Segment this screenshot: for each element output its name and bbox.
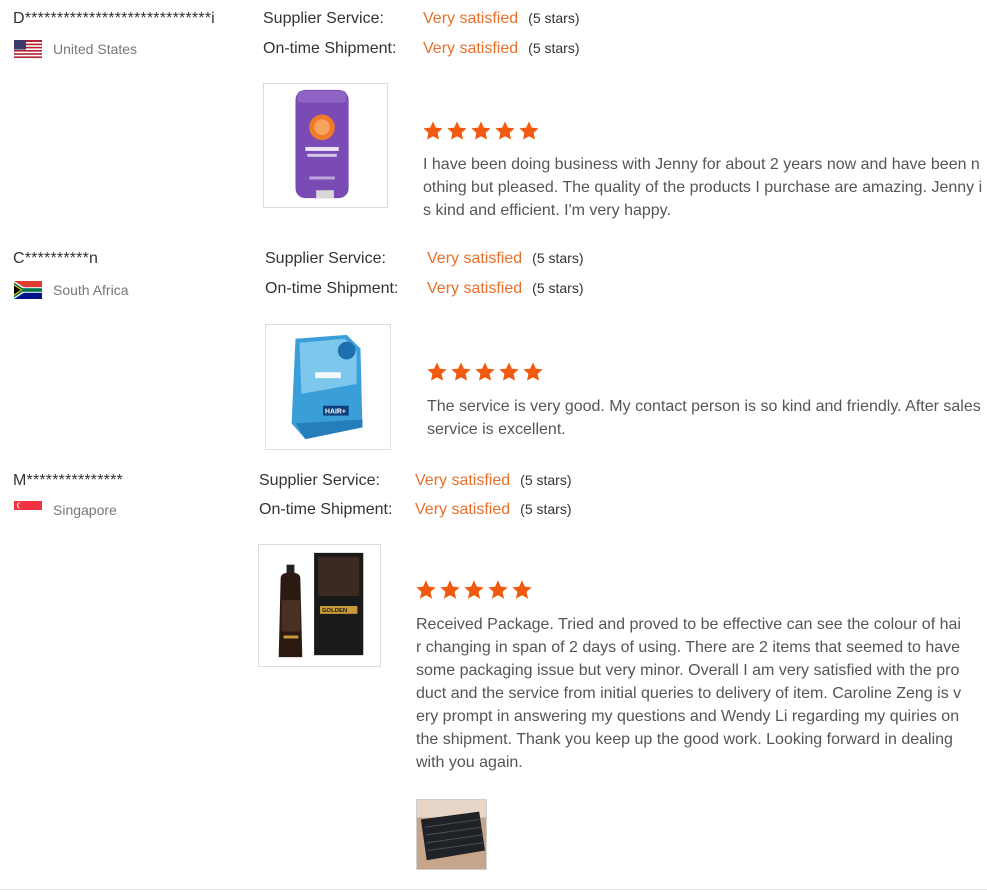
rating-stars <box>422 120 540 142</box>
sg-flag-icon <box>14 501 42 519</box>
star-icon <box>488 580 508 599</box>
star-icon <box>451 362 471 381</box>
star-icon <box>464 580 484 599</box>
shipment-row: On-time Shipment: Very satisfied (5 star… <box>265 280 584 298</box>
rating-stars <box>415 579 533 601</box>
za-flag-icon <box>14 281 42 299</box>
supplier-service-label: Supplier Service: <box>265 250 386 267</box>
supplier-service-stars: (5 stars) <box>528 10 580 26</box>
product-thumbnail[interactable] <box>263 83 388 208</box>
shipment-stars: (5 stars) <box>520 501 572 517</box>
supplier-service-row: Supplier Service: Very satisfied (5 star… <box>265 250 584 268</box>
buyer-country: South Africa <box>14 281 129 299</box>
shipment-stars: (5 stars) <box>532 280 584 296</box>
buyer-country: United States <box>14 40 137 58</box>
product-label-text: HAIR+ <box>325 409 346 416</box>
review-comment: Received Package. Tried and proved to be… <box>416 616 962 771</box>
shipment-stars: (5 stars) <box>528 40 580 56</box>
star-icon <box>495 121 515 140</box>
supplier-service-value: Very satisfied <box>423 10 519 27</box>
product-thumbnail[interactable]: GOLDEN <box>258 544 381 667</box>
review-item: C**********n South Africa Supplier Servi… <box>0 240 987 465</box>
product-label-text: GOLDEN <box>322 608 347 614</box>
shipment-row: On-time Shipment: Very satisfied (5 star… <box>263 40 580 58</box>
country-label: Singapore <box>53 502 117 518</box>
buyer-name: C**********n <box>13 250 99 267</box>
star-icon <box>512 580 532 599</box>
star-icon <box>475 362 495 381</box>
review-item: M*************** Singapore Supplier Serv… <box>0 462 987 882</box>
shipment-label: On-time Shipment: <box>263 40 397 57</box>
supplier-service-stars: (5 stars) <box>532 250 584 266</box>
review-comment: I have been doing business with Jenny fo… <box>423 156 983 219</box>
buyer-name: D*****************************i <box>13 10 215 27</box>
supplier-service-label: Supplier Service: <box>263 10 384 27</box>
shipment-value: Very satisfied <box>423 40 519 57</box>
star-icon <box>519 121 539 140</box>
country-label: United States <box>53 41 138 57</box>
star-icon <box>523 362 543 381</box>
buyer-country: Singapore <box>14 501 117 519</box>
star-icon <box>416 580 436 599</box>
star-icon <box>440 580 460 599</box>
product-image <box>295 89 349 199</box>
product-image: GOLDEN <box>278 552 364 658</box>
review-comment: The service is very good. My contact per… <box>427 398 981 438</box>
shipment-label: On-time Shipment: <box>265 280 399 297</box>
star-icon <box>427 362 447 381</box>
supplier-service-value: Very satisfied <box>415 472 511 489</box>
supplier-service-row: Supplier Service: Very satisfied (5 star… <box>259 472 572 490</box>
product-image: HAIR+ <box>291 334 363 440</box>
supplier-service-row: Supplier Service: Very satisfied (5 star… <box>263 10 580 28</box>
country-label: South Africa <box>53 282 129 298</box>
supplier-service-value: Very satisfied <box>427 250 523 267</box>
star-icon <box>423 121 443 140</box>
shipment-label: On-time Shipment: <box>259 501 393 518</box>
customer-photo[interactable] <box>416 799 487 870</box>
shipment-row: On-time Shipment: Very satisfied (5 star… <box>259 501 572 519</box>
supplier-service-label: Supplier Service: <box>259 472 380 489</box>
shipment-value: Very satisfied <box>427 280 523 297</box>
star-icon <box>447 121 467 140</box>
star-icon <box>499 362 519 381</box>
shipment-value: Very satisfied <box>415 501 511 518</box>
divider <box>0 889 987 890</box>
buyer-name: M*************** <box>13 472 123 489</box>
customer-photo-image <box>417 800 486 869</box>
supplier-service-stars: (5 stars) <box>520 472 572 488</box>
star-icon <box>471 121 491 140</box>
review-item: D*****************************i United S… <box>0 0 987 235</box>
rating-stars <box>426 361 544 383</box>
product-thumbnail[interactable]: HAIR+ <box>265 324 391 450</box>
us-flag-icon <box>14 40 42 58</box>
